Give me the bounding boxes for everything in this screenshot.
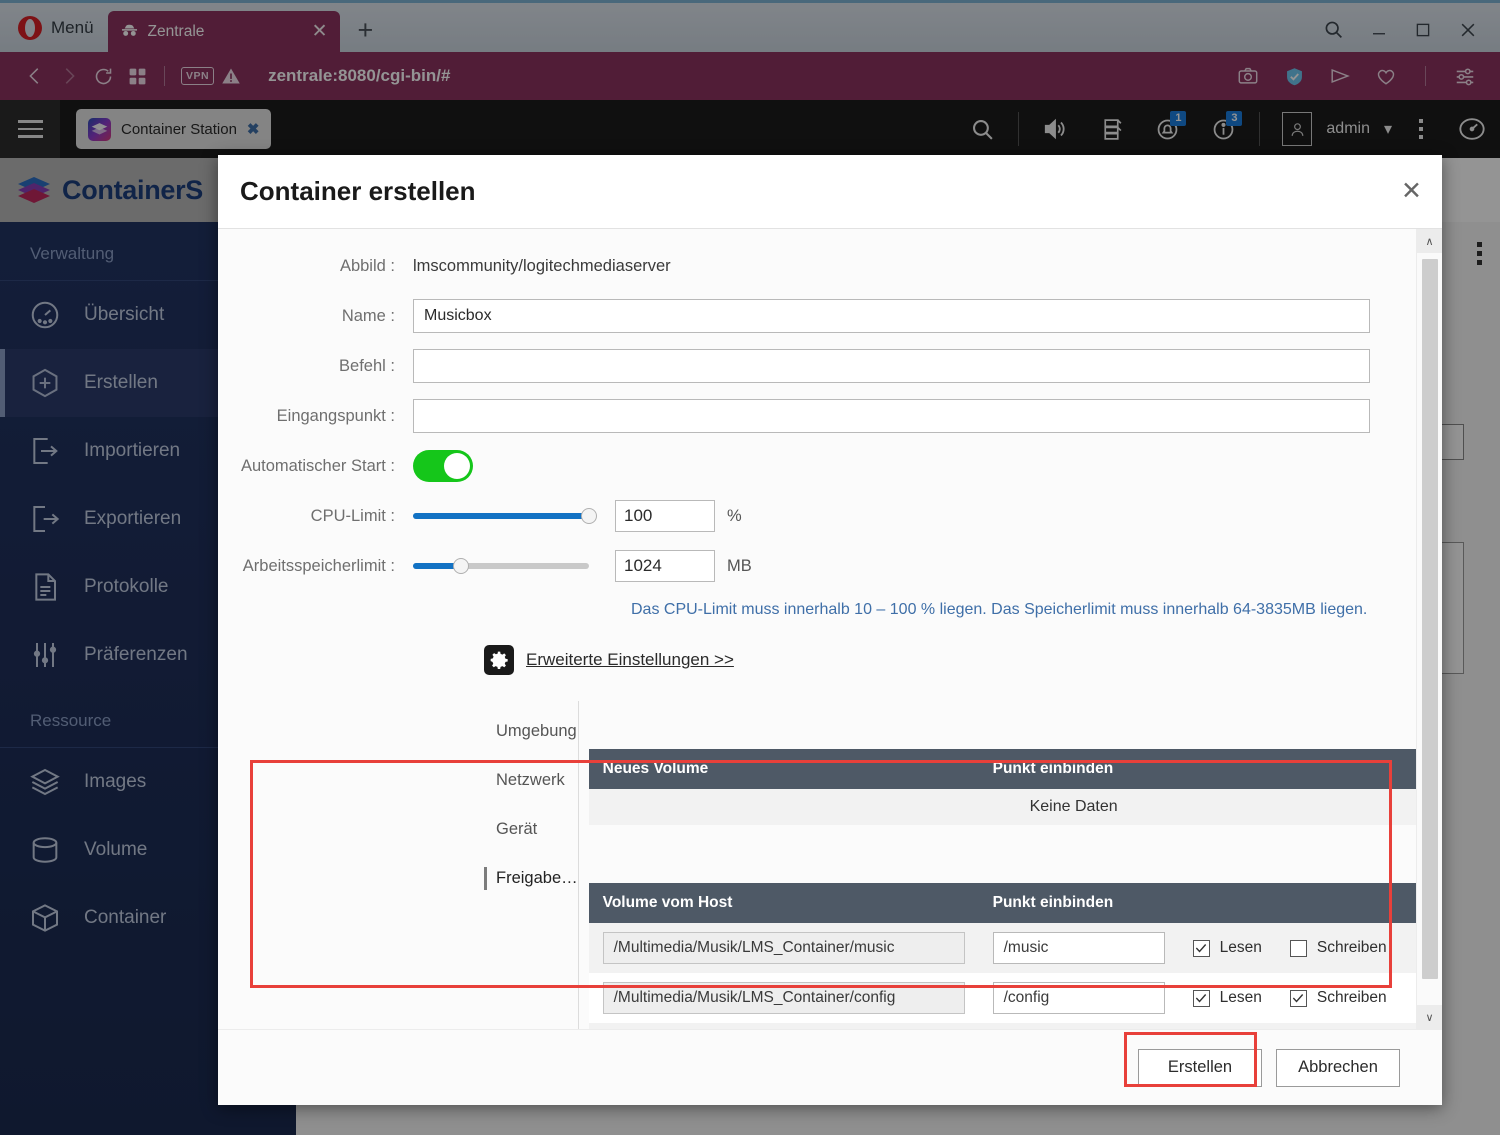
autostart-toggle[interactable] (413, 450, 473, 482)
write-label: Schreiben (1316, 939, 1387, 956)
advanced-settings-link[interactable]: Erweiterte Einstellungen >> (526, 650, 734, 670)
field-row-image: Abbild : lmscommunity/logitechmediaserve… (218, 245, 1416, 287)
write-label: Schreiben (1316, 989, 1387, 1006)
new-volume-section: Hinzufügen Neues Volume Punkt einbinden (588, 701, 1442, 835)
table-header-row: Volume vom Host Punkt einbinden (588, 883, 1442, 923)
dialog-footer: Erstellen Abbrechen (218, 1029, 1442, 1105)
dialog-body: Abbild : lmscommunity/logitechmediaserve… (218, 229, 1442, 1029)
dialog-scroll-area: Abbild : lmscommunity/logitechmediaserve… (218, 229, 1442, 1029)
cell-permissions: Lesen Schreiben (1179, 973, 1442, 1023)
field-row-command: Befehl : (218, 345, 1416, 387)
cpu-limit-slider[interactable] (413, 499, 597, 533)
field-row-name: Name : (218, 295, 1416, 337)
read-checkbox[interactable] (1192, 989, 1210, 1007)
memory-limit-slider[interactable] (413, 549, 593, 583)
th-mount-point: Punkt einbinden (978, 749, 1442, 789)
table-row: /Multimedia/Musik/LMS_Container/music /m… (588, 923, 1442, 973)
tab-geraet[interactable]: Gerät (468, 805, 578, 854)
no-data-text: Keine Daten (1029, 798, 1118, 815)
cell-host-path: /Multimedia/Musik/LMS_Container/config (589, 973, 979, 1023)
advanced-panel-content: Hinzufügen Neues Volume Punkt einbinden (579, 701, 1442, 1029)
tab-freigabe[interactable]: Freigabe… (468, 854, 578, 903)
host-volume-section: Hinzufügen Volume vom Host Punkt einbind… (588, 835, 1442, 1029)
scrollbar-down-arrow[interactable]: ∨ (1417, 1005, 1442, 1029)
advanced-settings-row[interactable]: Erweiterte Einstellungen >> (218, 645, 1416, 675)
field-row-cpu-limit: CPU-Limit : % (218, 495, 1416, 537)
memory-limit-unit: MB (727, 556, 752, 575)
write-checkbox[interactable] (1289, 989, 1307, 1007)
dialog-scrollbar[interactable]: ∧ ∨ (1416, 229, 1442, 1029)
tab-umgebung[interactable]: Umgebung (468, 707, 578, 756)
name-input[interactable] (413, 299, 1370, 333)
dialog-title: Container erstellen (240, 176, 476, 206)
memory-slider-knob[interactable] (452, 558, 469, 574)
command-input[interactable] (413, 349, 1370, 383)
cell-mount-point: /playlist (979, 1023, 1179, 1029)
command-label: Befehl : (339, 356, 395, 375)
cell-mount-point: /music (979, 923, 1179, 973)
cell-host-path: /Multimedia/Musik/LMS_Container/playlist (589, 1023, 979, 1029)
read-label: Lesen (1219, 939, 1262, 956)
cpu-limit-input[interactable] (615, 500, 715, 532)
tab-netzwerk[interactable]: Netzwerk (468, 756, 578, 805)
memory-slider-track (413, 558, 589, 574)
advanced-settings-panel: Umgebung Netzwerk Gerät Freigabe… Hinzuf… (218, 701, 1442, 1029)
cpu-slider-track (413, 508, 597, 524)
autostart-label: Automatischer Start : (240, 456, 395, 475)
scrollbar-up-arrow[interactable]: ∧ (1417, 229, 1442, 253)
table-row: /Multimedia/Musik/LMS_Container/config /… (588, 973, 1442, 1023)
cancel-button[interactable]: Abbrechen (1276, 1048, 1400, 1087)
cpu-slider-fill (413, 513, 589, 519)
cpu-limit-unit: % (727, 506, 742, 525)
scrollbar-thumb[interactable] (1422, 259, 1438, 979)
dialog-close-icon[interactable]: ✕ (1401, 179, 1422, 204)
cell-permissions: Lesen Schreiben (1179, 923, 1442, 973)
create-container-dialog: Container erstellen ✕ Abbild : lmscommun… (218, 155, 1442, 1105)
read-label: Lesen (1219, 989, 1262, 1006)
entrypoint-input[interactable] (413, 399, 1370, 433)
cell-mount-point: /config (979, 973, 1179, 1023)
image-label: Abbild : (339, 256, 395, 275)
new-volume-add-row: Hinzufügen (589, 701, 1442, 749)
mount-point-field[interactable]: /config (992, 982, 1165, 1014)
mount-point-field[interactable]: /music (992, 932, 1165, 964)
cpu-slider-knob[interactable] (581, 508, 597, 524)
memory-limit-input[interactable] (615, 550, 715, 582)
table-row: /Multimedia/Musik/LMS_Container/playlist… (588, 1023, 1442, 1029)
read-checkbox[interactable] (1192, 939, 1210, 957)
th-new-volume: Neues Volume (588, 749, 979, 789)
entrypoint-label: Eingangspunkt : (276, 406, 395, 425)
memory-limit-label: Arbeitsspeicherlimit : (242, 556, 395, 575)
field-row-autostart: Automatischer Start : (218, 445, 1416, 487)
name-label: Name : (341, 306, 395, 325)
host-path-field[interactable]: /Multimedia/Musik/LMS_Container/config (602, 982, 965, 1014)
host-path-field[interactable]: /Multimedia/Musik/LMS_Container/music (602, 932, 965, 964)
advanced-tabs: Umgebung Netzwerk Gerät Freigabe… (468, 701, 579, 1029)
field-row-entrypoint: Eingangspunkt : (218, 395, 1416, 437)
create-button[interactable]: Erstellen (1138, 1048, 1262, 1087)
th-permissions (1178, 883, 1442, 923)
table-row-empty: Keine Daten (588, 789, 1442, 825)
th-mount-point: Punkt einbinden (978, 883, 1179, 923)
host-volume-table: Volume vom Host Punkt einbinden /Multime (588, 883, 1442, 1029)
field-row-memory-limit: Arbeitsspeicherlimit : MB (218, 545, 1416, 587)
limits-hint-text: Das CPU-Limit muss innerhalb 10 – 100 % … (631, 601, 1368, 618)
th-host-volume: Volume vom Host (588, 883, 979, 923)
cell-permissions: Lesen Schreiben (1179, 1023, 1442, 1029)
cell-host-path: /Multimedia/Musik/LMS_Container/music (589, 923, 979, 973)
gear-icon (484, 645, 514, 675)
cpu-limit-label: CPU-Limit : (310, 506, 395, 525)
host-volume-add-row: Hinzufügen (589, 835, 1442, 883)
image-value: lmscommunity/logitechmediaserver (413, 256, 671, 275)
dialog-header: Container erstellen ✕ (218, 155, 1442, 229)
new-volume-table: Neues Volume Punkt einbinden Keine Daten (588, 749, 1442, 825)
write-checkbox[interactable] (1289, 939, 1307, 957)
table-header-row: Neues Volume Punkt einbinden (588, 749, 1442, 789)
